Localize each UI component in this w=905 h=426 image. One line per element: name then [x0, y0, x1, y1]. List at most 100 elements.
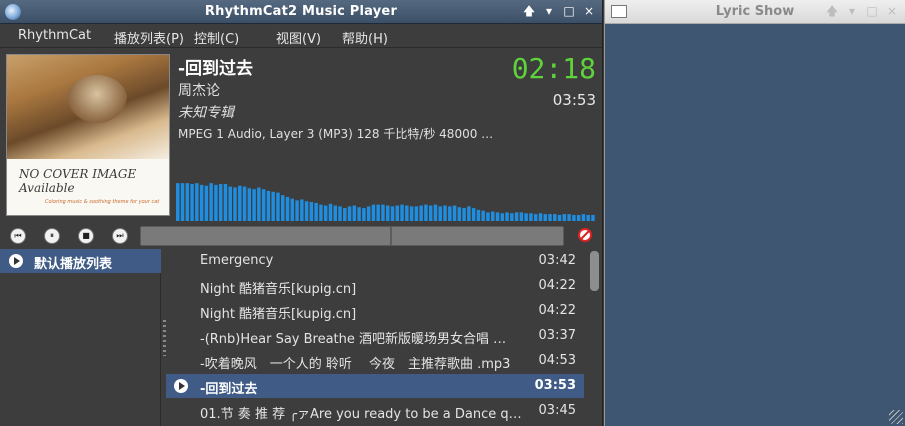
keep-above-button[interactable]: 🡅	[825, 3, 839, 19]
sidebar-item-default-playlist[interactable]: 默认播放列表	[0, 249, 161, 273]
window-title: RhythmCat2 Music Player	[204, 4, 398, 19]
spectrum-bar	[405, 205, 409, 221]
spectrum-bar	[242, 186, 247, 221]
seek-handle[interactable]	[390, 227, 392, 245]
track-name: -(Rnb)Hear Say Breathe 酒吧新版暖场男女合唱 …	[200, 332, 507, 347]
spectrum-bar	[567, 214, 571, 221]
spectrum-bar	[328, 203, 333, 221]
no-cover-line1: NO COVER IMAGE	[19, 167, 137, 181]
track-row[interactable]: -(Rnb)Hear Say Breathe 酒吧新版暖场男女合唱 … 03:3…	[166, 324, 584, 348]
spectrum-bar	[510, 213, 514, 221]
spectrum-bar	[257, 187, 261, 221]
stop-button[interactable]: ■	[78, 228, 94, 244]
spectrum-bar	[438, 206, 442, 221]
spectrum-bar	[319, 204, 323, 221]
minimize-button[interactable]: ▾	[845, 3, 859, 19]
previous-button[interactable]: ⏮	[10, 228, 26, 244]
elapsed-time: 02:18	[511, 52, 596, 85]
maximize-button[interactable]: □	[562, 3, 576, 19]
track-row[interactable]: Emergency 03:42	[166, 249, 584, 273]
spectrum-bar	[366, 206, 371, 221]
lyric-titlebar[interactable]: Lyric Show 🡅 ▾ □ ×	[605, 0, 905, 24]
spectrum-bar	[362, 208, 366, 221]
spectrum-bar	[190, 184, 194, 221]
track-name: Emergency	[200, 253, 274, 268]
spectrum-bar	[290, 198, 295, 221]
track-row[interactable]: Night 酷猪音乐[kupig.cn] 04:22	[166, 299, 584, 323]
track-row[interactable]: 01.节 奏 推 荐 ╭ァAre you ready to be a Dance…	[166, 399, 584, 423]
spectrum-bar	[386, 205, 390, 221]
close-button[interactable]: ×	[582, 3, 596, 19]
menu-help[interactable]: 帮助(H)	[342, 28, 388, 47]
cat-photo	[7, 55, 169, 159]
spectrum-bar	[457, 207, 462, 221]
playlist-sidebar: 默认播放列表	[0, 249, 161, 426]
spectrum-bar	[199, 184, 204, 221]
spectrum-bar	[295, 200, 299, 221]
track-row[interactable]: Night 酷猪音乐[kupig.cn] 04:22	[166, 274, 584, 298]
total-time: 03:53	[552, 91, 596, 109]
player-titlebar[interactable]: RhythmCat2 Music Player 🡅 ▾ □ ×	[0, 0, 602, 24]
next-button[interactable]: ⏭	[112, 228, 128, 244]
track-format: MPEG 1 Audio, Layer 3 (MP3) 128 千比特/秒 48…	[178, 127, 494, 141]
track-list: Emergency 03:42 Night 酷猪音乐[kupig.cn] 04:…	[166, 249, 586, 426]
spectrum-bar	[261, 189, 266, 221]
spectrum-bar	[586, 214, 590, 221]
resize-grip[interactable]	[889, 410, 903, 424]
spectrum-bar	[529, 213, 533, 221]
spectrum-bar	[223, 184, 228, 221]
spectrum-bar	[548, 214, 552, 221]
spectrum-bar	[309, 202, 314, 221]
transport-bar: ⏮ ⏸ ■ ⏭	[0, 224, 602, 248]
no-entry-icon[interactable]	[578, 228, 592, 242]
track-title: -回到过去	[178, 59, 254, 79]
track-duration: 03:37	[538, 328, 576, 343]
menu-view[interactable]: 视图(V)	[276, 28, 321, 47]
spectrum-bar	[467, 206, 471, 221]
player-window: RhythmCat2 Music Player 🡅 ▾ □ × RhythmCa…	[0, 0, 603, 426]
menu-control[interactable]: 控制(C)	[194, 28, 239, 47]
spectrum-bar	[266, 190, 271, 221]
minimize-button[interactable]: ▾	[542, 3, 556, 19]
spectrum-bar	[381, 204, 385, 221]
spectrum-bar	[281, 195, 285, 221]
scrollbar-thumb[interactable]	[590, 251, 599, 291]
next-icon: ⏭	[116, 231, 124, 240]
spectrum-bar	[300, 199, 304, 221]
spectrum-bar	[233, 187, 237, 221]
spectrum-bar	[347, 206, 352, 221]
spectrum-bar	[514, 212, 519, 221]
spectrum-bar	[180, 183, 185, 221]
spectrum-bar	[276, 192, 280, 221]
track-name: 01.节 奏 推 荐 ╭ァAre you ready to be a Dance…	[200, 407, 522, 422]
spectrum-bar	[591, 214, 595, 221]
track-row[interactable]: -吹着晚风 一个人的 聆听 今夜 主推荐歌曲 .mp3 04:53	[166, 349, 584, 373]
spectrum-bar	[519, 212, 524, 221]
spectrum-bar	[471, 208, 476, 221]
spectrum-bar	[314, 202, 318, 221]
spectrum-bar	[481, 210, 485, 221]
spectrum-bar	[543, 214, 547, 221]
seek-bar[interactable]	[140, 226, 564, 246]
spectrum-bar	[204, 185, 209, 221]
spectrum-bar	[409, 206, 414, 221]
keep-above-button[interactable]: 🡅	[522, 3, 536, 19]
menu-rhythmcat[interactable]: RhythmCat	[18, 28, 91, 43]
spectrum-bar	[214, 184, 218, 221]
track-name: -吹着晚风 一个人的 聆听 今夜 主推荐歌曲 .mp3	[200, 357, 511, 372]
track-row-playing[interactable]: -回到过去 03:53	[166, 374, 584, 398]
lyric-window: Lyric Show 🡅 ▾ □ ×	[604, 0, 905, 426]
menu-playlist[interactable]: 播放列表(P)	[114, 28, 184, 47]
close-button[interactable]: ×	[885, 3, 899, 19]
spectrum-bar	[376, 204, 380, 221]
spectrum-bar	[209, 183, 213, 221]
track-list-scrollbar[interactable]	[588, 249, 600, 426]
track-duration: 04:22	[538, 278, 576, 293]
maximize-button[interactable]: □	[865, 3, 879, 19]
spectrum-bar	[218, 184, 223, 221]
desktop: RhythmCat2 Music Player 🡅 ▾ □ × RhythmCa…	[0, 0, 905, 426]
spectrum-bar	[390, 206, 395, 221]
pause-button[interactable]: ⏸	[44, 228, 60, 244]
spectrum-bar	[338, 206, 342, 221]
spectrum-bar	[333, 205, 337, 221]
